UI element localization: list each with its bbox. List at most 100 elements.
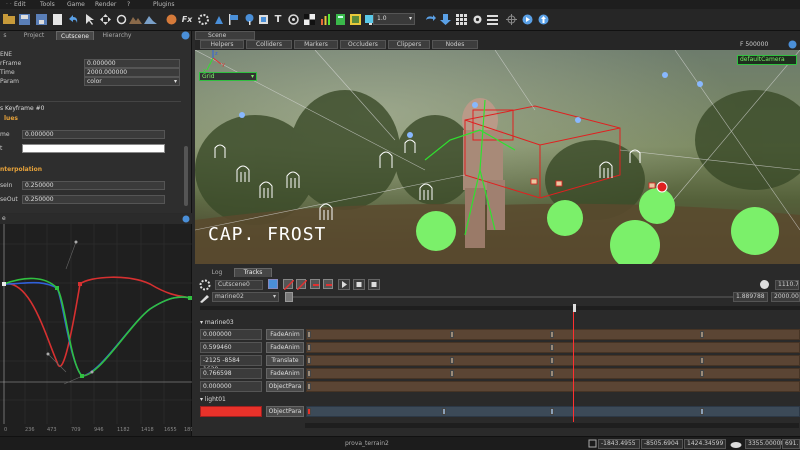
keyframe[interactable] [307,370,311,377]
keyframe[interactable] [307,344,311,351]
undo-icon[interactable] [65,12,79,26]
tab-cutscene[interactable]: Cutscene [56,31,94,40]
panel-options-icon[interactable] [788,40,797,49]
track-bar[interactable] [306,381,800,392]
pointer-icon[interactable] [82,12,96,26]
ease-in-input[interactable]: 0.250000 [22,181,165,190]
keyframe[interactable] [307,357,311,364]
track-name[interactable]: ObjectPara [266,406,304,417]
tab-markers[interactable]: Markers [294,40,338,49]
config-gear-icon[interactable] [470,12,484,26]
keyframe[interactable] [450,331,454,338]
menu-plugins[interactable]: Plugins [153,0,175,9]
move-icon[interactable] [98,12,112,26]
tab-occluders[interactable]: Occluders [340,40,386,49]
edit-tool-icon[interactable] [199,291,211,303]
panel-options-icon[interactable] [181,31,190,40]
ease-out-input[interactable]: 0.250000 [22,195,165,204]
scene-tab[interactable]: Scene [195,31,255,40]
track-group-header[interactable]: ▾ marine03 [200,318,800,328]
menu-tools[interactable]: Tools [40,0,55,9]
object-select[interactable]: marine02 ▾ [212,292,279,302]
flag-icon[interactable] [226,12,240,26]
tab-hierarchy[interactable]: Hierarchy [96,31,138,40]
terrain-paint-icon[interactable] [348,12,362,26]
record-icon[interactable] [283,279,295,291]
landscape-icon[interactable] [143,12,157,26]
track-bar[interactable] [306,329,800,340]
range-start-input[interactable]: 1.889788 [733,292,768,302]
keyframe[interactable] [307,408,311,415]
tab-colliders[interactable]: Colliders [246,40,292,49]
tab-project[interactable]: Project [14,31,54,40]
track-name[interactable]: ObjectPara [266,381,304,392]
checker-icon[interactable] [302,12,316,26]
new-scene-icon[interactable] [50,12,64,26]
horizontal-scrollbar[interactable] [305,423,799,428]
track-group-header[interactable]: ▾ light01 [200,395,800,405]
down-arrow-icon[interactable] [438,12,452,26]
track-bar[interactable] [306,406,800,417]
keyframe-time-input[interactable]: 0.000000 [22,130,165,139]
keyframe[interactable] [550,331,554,338]
track-name[interactable]: FadeAnim [266,368,304,379]
keyframe[interactable] [307,331,311,338]
menu-render[interactable]: Render [95,0,116,9]
fx-button[interactable]: Fx [180,12,194,26]
menu-help[interactable]: ? [127,0,130,9]
tab-tracks[interactable]: Tracks [234,268,272,277]
time-slider-track[interactable] [293,296,733,298]
stop-button[interactable] [353,279,365,290]
crosshair-icon[interactable] [504,12,518,26]
book-icon[interactable] [333,12,347,26]
keyframe[interactable] [700,331,704,338]
keyframe[interactable] [450,357,454,364]
bar-chart-icon[interactable] [318,12,332,26]
track-name[interactable]: Translate [266,355,304,366]
export-icon[interactable] [536,12,550,26]
node-icon[interactable] [286,12,300,26]
camera-select[interactable]: defaultCamera [737,55,797,65]
keyframe[interactable] [442,408,446,415]
terrain-icon[interactable] [128,12,142,26]
menu-game[interactable]: Game [67,0,85,9]
cutscene-name-input[interactable]: Cutscene0 [215,280,263,290]
color-swatch[interactable] [22,144,165,153]
grid-toggle[interactable]: Grid ▾ [199,72,257,81]
save-icon[interactable] [17,12,31,26]
grid-icon[interactable] [454,12,468,26]
tab-helpers[interactable]: Helpers [200,40,244,49]
remove-key-icon[interactable] [323,279,333,289]
play-button[interactable] [338,279,350,290]
keyframe[interactable] [550,408,554,415]
current-time-input[interactable]: 1110.707 [775,280,799,290]
keyframe[interactable] [700,357,704,364]
paint-icon[interactable] [212,12,226,26]
keyframe-marker[interactable] [656,181,668,193]
track-value[interactable]: 0.000000 [200,381,262,392]
keyframe[interactable] [307,383,311,390]
track-value[interactable]: 0.000000 [200,329,262,340]
keyframe[interactable] [550,370,554,377]
add-key-icon[interactable] [310,279,320,289]
settings-gear-icon[interactable] [196,12,210,26]
keyframe[interactable] [700,370,704,377]
keyframe[interactable] [450,370,454,377]
save-all-icon[interactable] [34,12,48,26]
keyframe[interactable] [700,408,704,415]
panel-scrollbar[interactable] [184,146,188,206]
redo-arrow-icon[interactable] [423,12,437,26]
list-icon[interactable] [485,12,499,26]
key-icon[interactable] [296,279,308,291]
curve-editor[interactable]: e 0 236 473 709 946 1182 1418 1655 189 [0,214,192,436]
tab-nodes[interactable]: Nodes [432,40,478,49]
track-name[interactable]: FadeAnim [266,342,304,353]
curve-graph[interactable]: 0 236 473 709 946 1182 1418 1655 189 [0,224,192,436]
frame-input[interactable]: 0.000000 [84,59,180,68]
loop-icon[interactable] [268,279,278,289]
tab-scene[interactable]: s [0,31,10,40]
cutscene-gear-icon[interactable] [199,279,211,291]
keyframe[interactable] [550,344,554,351]
track-value[interactable]: 0.599460 [200,342,262,353]
menu-edit[interactable]: Edit [14,0,26,9]
